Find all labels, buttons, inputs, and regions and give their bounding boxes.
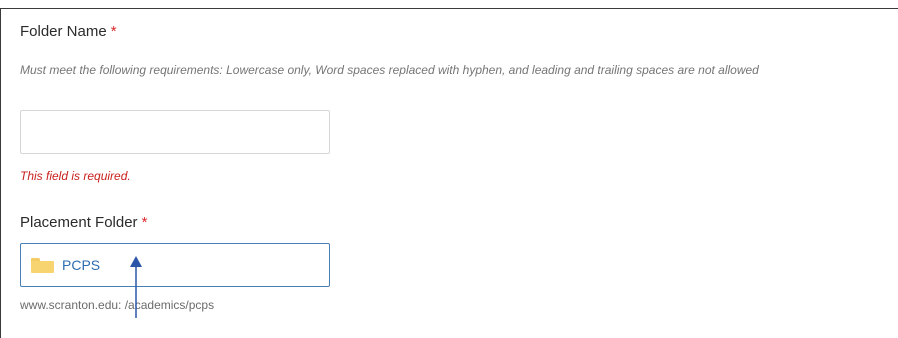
folder-icon [31,257,54,273]
placement-folder-picker[interactable]: PCPS [20,243,330,287]
folder-name-label: Folder Name * [20,23,117,40]
folder-name-error: This field is required. [20,169,131,183]
required-asterisk: * [141,214,148,231]
folder-name-help-text: Must meet the following requirements: Lo… [20,63,759,77]
folder-name-label-text: Folder Name [20,23,107,40]
placement-folder-path: www.scranton.edu: /academics/pcps [20,298,215,312]
required-asterisk: * [110,23,117,40]
folder-name-input[interactable] [20,110,330,154]
annotation-arrow-icon [130,256,142,318]
placement-folder-label: Placement Folder * [20,214,147,231]
placement-folder-value[interactable]: PCPS [62,257,100,273]
placement-folder-label-text: Placement Folder [20,214,138,231]
